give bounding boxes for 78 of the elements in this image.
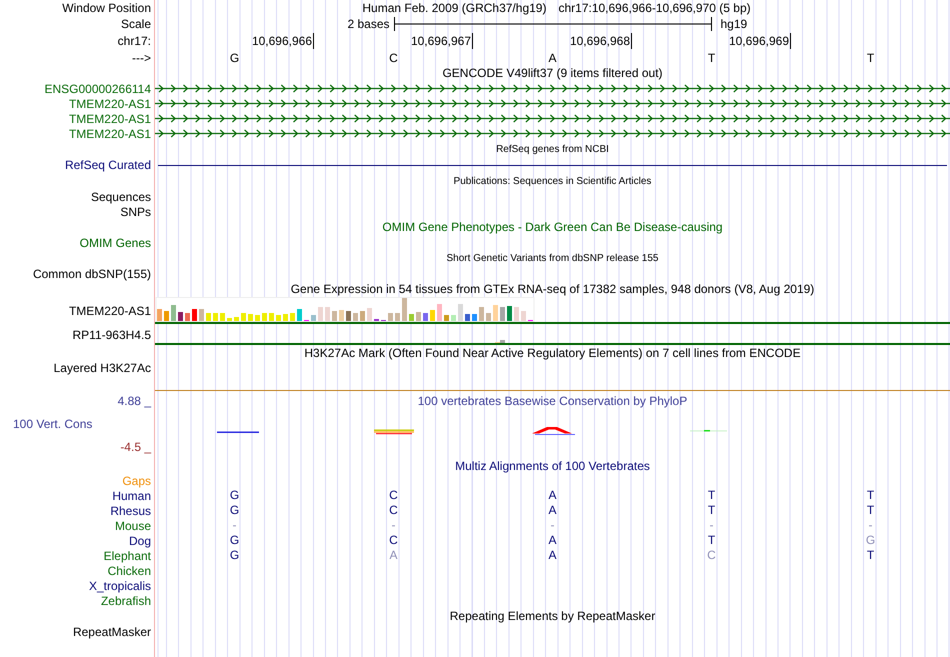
track-label: RefSeq Curated — [64, 158, 151, 172]
track-label: Rhesus — [110, 504, 151, 518]
track-title: Repeating Elements by RepeatMasker — [450, 609, 656, 623]
base-letter: G — [230, 533, 240, 548]
track-label: TMEM220-AS1 — [68, 304, 151, 318]
track-label: Dog — [128, 534, 151, 548]
base-letter: C — [389, 533, 398, 548]
track-title: GENCODE V49lift37 (9 items filtered out) — [442, 66, 663, 80]
track-title: 100 vertebrates Basewise Conservation by PhyloP — [418, 394, 688, 408]
base-letter: A — [548, 488, 556, 503]
track-title: Gene Expression in 54 tissues from GTEx RNA-seq of 17382 samples, 948 donors (V8, Aug 2019) — [290, 282, 814, 296]
track-label: TMEM220-AS1 — [68, 112, 151, 126]
track-label: Sequences — [90, 190, 151, 204]
track-title: Publications: Sequences in Scientific Articles — [454, 176, 652, 186]
axis-max-label: 4.88 _ — [118, 394, 152, 408]
track-label: Elephant — [104, 548, 151, 562]
track-label: RepeatMasker — [72, 624, 151, 638]
track-label: SNPs — [120, 204, 151, 218]
base-letter: - — [710, 518, 714, 533]
track-label: X_tropicalis — [88, 578, 151, 592]
track-title: Short Genetic Variants from dbSNP release 155 — [446, 252, 658, 264]
base-letter: G — [230, 488, 240, 503]
base-letter: T — [708, 488, 716, 503]
track-label: Zebrafish — [100, 594, 151, 608]
coordinate-label: 10,696,966 — [252, 33, 314, 49]
base-letter: G — [230, 50, 240, 64]
base-letter: - — [392, 518, 396, 533]
track-title: H3K27Ac Mark (Often Found Near Active Regulatory Elements) on 7 cell lines from ENCODE — [304, 346, 801, 360]
scale-text: 2 bases — [347, 17, 390, 31]
base-letter: A — [548, 503, 556, 518]
base-letter: A — [389, 548, 398, 563]
track-title: RefSeq genes from NCBI — [496, 144, 609, 154]
base-letter: C — [707, 548, 716, 563]
base-letter: C — [389, 50, 398, 64]
track-label: Gaps — [122, 474, 151, 488]
base-letter: T — [866, 50, 874, 64]
track-title: OMIM Gene Phenotypes - Dark Green Can Be Disease-causing — [382, 220, 723, 234]
base-letter: G — [230, 548, 240, 563]
track-label: Common dbSNP(155) — [32, 266, 151, 280]
base-letter: T — [866, 548, 874, 563]
base-letter: T — [708, 503, 716, 518]
coordinate-label: 10,696,967 — [410, 33, 473, 49]
track-label: 100 Vert. Cons — [12, 416, 92, 430]
base-letter: C — [389, 488, 398, 503]
track-label: TMEM220-AS1 — [68, 126, 151, 140]
track-label: Mouse — [114, 518, 151, 532]
base-letter: A — [548, 533, 556, 548]
track-label: TMEM220-AS1 — [68, 96, 151, 110]
track-label: Human — [112, 488, 151, 502]
track-label: ENSG00000266114 — [44, 82, 151, 96]
track-title: Multiz Alignments of 100 Vertebrates — [455, 459, 650, 473]
coordinate-label: 10,696,969 — [728, 33, 791, 49]
base-letter: A — [548, 50, 556, 64]
base-letter: T — [708, 533, 716, 548]
coordinate-label: 10,696,968 — [570, 33, 632, 49]
expression-bars-drawing — [495, 340, 505, 343]
track-label: Layered H3K27Ac — [54, 361, 151, 375]
track-label: OMIM Genes — [80, 236, 151, 250]
track-label: Scale — [120, 17, 151, 31]
assembly-text: Human Feb. 2009 (GRCh37/hg19) — [362, 1, 546, 15]
base-letter: T — [866, 488, 874, 503]
strand-label: ---> — [132, 50, 151, 64]
base-letter: A — [548, 548, 556, 563]
assembly-label: hg19 — [720, 17, 748, 31]
base-letter: T — [708, 50, 716, 64]
base-letter: T — [866, 503, 874, 518]
base-letter: - — [232, 518, 236, 533]
track-label: Window Position — [62, 1, 151, 15]
track-label: RP11-963H4.5 — [72, 328, 151, 342]
base-letter: G — [866, 533, 876, 548]
base-letter: C — [389, 503, 398, 518]
base-letter: G — [230, 503, 240, 518]
track-label: chr17: — [118, 34, 151, 48]
base-letter: - — [868, 518, 872, 533]
axis-min-label: -4.5 _ — [120, 440, 152, 454]
base-letter: - — [550, 518, 554, 533]
track-label: Chicken — [108, 564, 151, 578]
position-text: chr17:10,696,966-10,696,970 (5 bp) — [558, 1, 751, 15]
